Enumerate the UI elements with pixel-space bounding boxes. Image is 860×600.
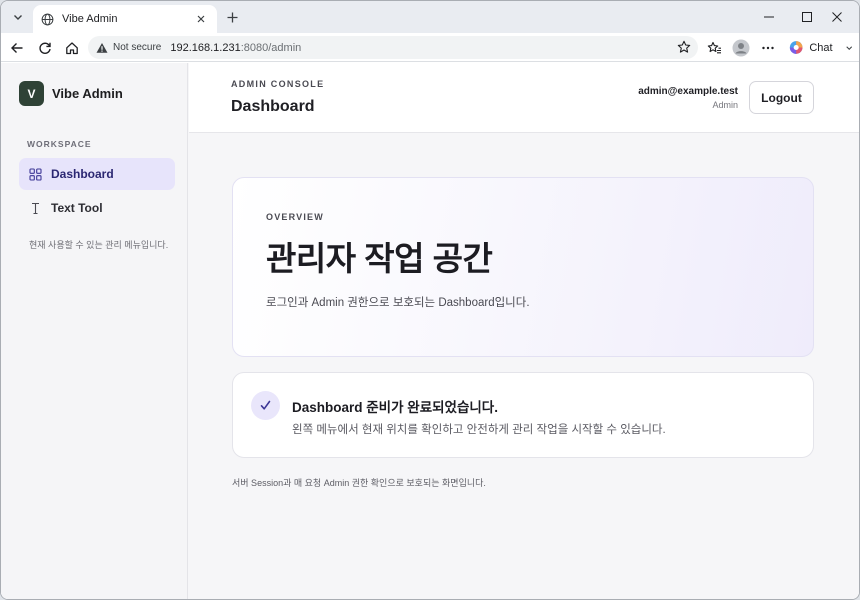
profile-button[interactable] [731,38,751,58]
brand-logo: V [19,81,44,106]
url-path: :8080/admin [240,41,302,54]
copilot-icon [789,41,803,54]
reload-button[interactable] [35,38,55,58]
chevron-down-icon [14,15,22,20]
sidebar-item-text-tool[interactable]: Text Tool [19,192,175,224]
check-icon [260,400,271,410]
sidebar-item-label: Dashboard [51,167,114,181]
tab-strip: Vibe Admin [1,1,859,33]
sidebar-section-label: WORKSPACE [27,139,92,149]
globe-icon [41,13,54,25]
plus-icon [227,12,237,22]
reload-icon [39,42,51,54]
warning-icon [96,42,108,53]
logout-button[interactable]: Logout [749,81,814,114]
close-icon [197,15,205,23]
status-description: 왼쪽 메뉴에서 현재 위치를 확인하고 안전하게 관리 작업을 시작할 수 있습… [292,424,666,436]
minimize-icon [764,16,774,18]
home-icon [66,42,78,55]
browser-toolbar: Not secure 192.168.1.231 :8080/admin Cha… [1,33,859,62]
favorites-button[interactable] [704,38,724,58]
overview-eyebrow: OVERVIEW [266,212,324,222]
address-bar[interactable]: Not secure 192.168.1.231 :8080/admin [88,36,698,59]
user-role: Admin [712,100,738,110]
bookmark-star-button[interactable] [676,39,692,55]
home-button[interactable] [62,38,82,58]
tab-close-button[interactable] [193,11,209,27]
back-button[interactable] [7,38,27,58]
footer-note: 서버 Session과 매 요청 Admin 권한 확인으로 보호되는 화면입니… [232,478,486,488]
page-viewport: V Vibe Admin WORKSPACE Dashboard Text To… [1,63,859,599]
close-window-button[interactable] [815,1,859,33]
brand[interactable]: V Vibe Admin [19,81,123,106]
chevron-down-icon [845,45,852,50]
url-host: 192.168.1.231 [170,41,241,54]
browser-window: Vibe Admin Not secure 192.168.1.231:808… [0,0,860,600]
page-header: ADMIN CONSOLE Dashboard admin@example.te… [189,63,859,133]
avatar-icon [732,39,750,57]
close-icon [832,12,842,22]
tab-title: Vibe Admin [62,13,118,25]
status-title: Dashboard 준비가 완료되었습니다. [292,400,498,415]
brand-name: Vibe Admin [52,86,123,101]
sidebar-item-label: Text Tool [51,201,103,215]
arrow-left-icon [11,43,23,53]
copilot-chat-button[interactable]: Chat [785,37,853,58]
grid-icon [29,167,42,181]
sidebar-item-dashboard[interactable]: Dashboard [19,158,175,190]
overview-card: OVERVIEW 관리자 작업 공간 로그인과 Admin 권한으로 보호되는 … [232,177,814,357]
overview-title: 관리자 작업 공간 [266,240,493,277]
user-email: admin@example.test [638,86,738,97]
page-title: Dashboard [231,98,315,115]
status-card: Dashboard 준비가 완료되었습니다. 왼쪽 메뉴에서 현재 위치를 확인… [232,372,814,458]
text-cursor-icon [32,202,39,214]
sidebar-note: 현재 사용할 수 있는 관리 메뉴입니다. [29,240,169,250]
maximize-icon [802,12,812,22]
browser-tab[interactable]: Vibe Admin [33,5,217,33]
overview-description: 로그인과 Admin 권한으로 보호되는 Dashboard입니다. [266,297,530,309]
check-badge [251,391,280,420]
new-tab-button[interactable] [223,8,241,26]
more-horizontal-icon [762,46,774,50]
more-menu-button[interactable] [758,38,778,58]
favorites-icon [707,41,721,54]
tab-search-button[interactable] [7,7,29,27]
not-secure-label: Not secure [113,42,162,53]
header-eyebrow: ADMIN CONSOLE [231,79,325,89]
sidebar: V Vibe Admin WORKSPACE Dashboard Text To… [1,63,188,599]
chat-label: Chat [809,41,833,54]
star-icon [677,40,691,53]
